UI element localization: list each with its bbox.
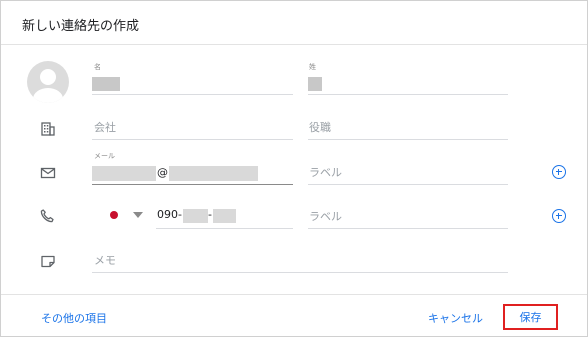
email-type-placeholder: ラベル: [309, 166, 342, 179]
mail-icon: [40, 167, 56, 179]
country-code-selector[interactable]: [105, 205, 152, 225]
phone-middle-redacted: [183, 209, 208, 223]
phone-number-underline: [156, 228, 293, 229]
email-field[interactable]: メール @: [92, 150, 293, 185]
first-name-underline: [92, 94, 293, 95]
company-field[interactable]: 会社: [92, 113, 293, 140]
email-domain-redacted: [169, 166, 258, 181]
chevron-down-icon: [133, 212, 143, 218]
footer-divider: [1, 294, 587, 295]
phone-number-field[interactable]: 090- -: [156, 202, 293, 229]
building-icon: [41, 122, 55, 136]
cancel-button[interactable]: キャンセル: [428, 310, 483, 326]
email-at-sign: @: [157, 166, 168, 179]
phone-type-placeholder: ラベル: [309, 210, 342, 223]
add-phone-icon[interactable]: [552, 209, 566, 223]
last-name-underline: [308, 94, 508, 95]
save-button[interactable]: 保存: [503, 304, 558, 330]
last-name-label: 姓: [309, 63, 316, 71]
email-type-underline: [308, 184, 508, 185]
last-name-field[interactable]: 姓: [308, 61, 508, 95]
phone-icon: [40, 209, 54, 223]
notes-field[interactable]: メモ: [92, 246, 508, 273]
phone-separator: -: [208, 208, 212, 221]
add-email-icon[interactable]: [552, 165, 566, 179]
phone-prefix: 090-: [157, 208, 182, 221]
avatar-placeholder[interactable]: [27, 61, 69, 103]
phone-last-redacted: [213, 209, 236, 223]
dialog-title: 新しい連絡先の作成: [22, 19, 140, 34]
notes-placeholder: メモ: [94, 254, 116, 267]
create-contact-dialog: 新しい連絡先の作成 名 姓 会社 役職 メール @ ラベル 090- - ラベル…: [0, 0, 588, 337]
avatar-body: [33, 88, 63, 103]
email-local-part-redacted: [92, 166, 156, 181]
company-placeholder: 会社: [94, 121, 116, 134]
job-title-placeholder: 役職: [309, 121, 331, 134]
email-label: メール: [94, 152, 115, 160]
email-underline: [92, 184, 293, 185]
more-fields-link[interactable]: その他の項目: [41, 310, 107, 326]
phone-type-field[interactable]: ラベル: [308, 202, 508, 229]
first-name-label: 名: [94, 63, 101, 71]
email-type-field[interactable]: ラベル: [308, 158, 508, 185]
job-title-underline: [308, 139, 508, 140]
last-name-value-redacted: [308, 77, 322, 91]
phone-type-underline: [308, 228, 508, 229]
notes-underline: [92, 272, 508, 273]
company-underline: [92, 139, 293, 140]
avatar-head: [40, 69, 56, 85]
job-title-field[interactable]: 役職: [308, 113, 508, 140]
header-divider: [1, 44, 587, 45]
note-icon: [41, 255, 55, 268]
first-name-value-redacted: [92, 77, 120, 91]
japan-flag-icon: [110, 211, 118, 219]
save-button-label: 保存: [519, 311, 542, 324]
first-name-field[interactable]: 名: [92, 61, 293, 95]
